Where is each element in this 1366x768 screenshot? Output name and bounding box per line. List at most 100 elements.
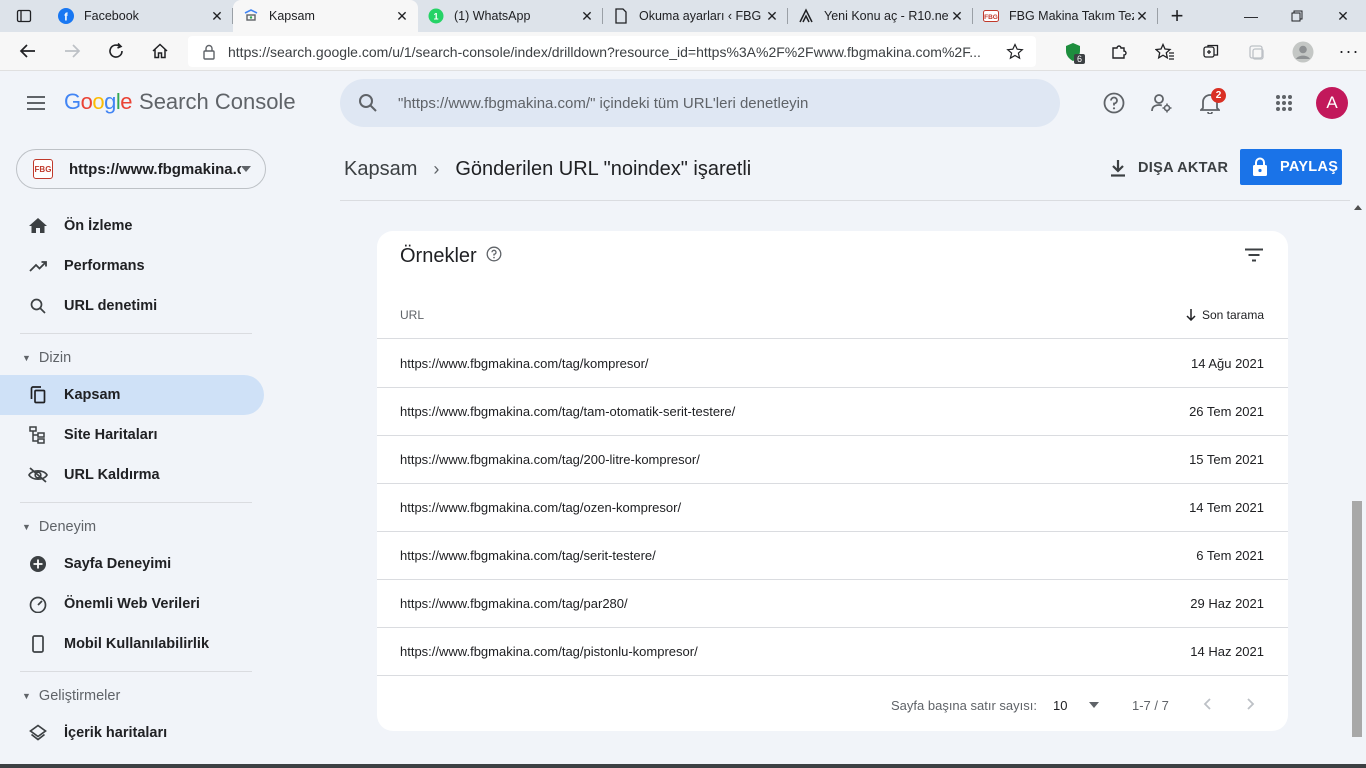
help-button[interactable] bbox=[1098, 87, 1130, 119]
page-scrollbar[interactable] bbox=[1350, 201, 1366, 768]
sidebar-section-index[interactable]: ▼ Dizin bbox=[0, 341, 270, 375]
rows-per-page-select[interactable]: 10 bbox=[1053, 698, 1100, 713]
chevron-left-icon bbox=[1203, 697, 1211, 710]
home-button[interactable] bbox=[138, 35, 182, 67]
forward-button[interactable] bbox=[50, 35, 94, 67]
close-icon[interactable]: ✕ bbox=[1134, 8, 1150, 24]
help-icon[interactable] bbox=[486, 245, 502, 268]
row-date: 6 Tem 2021 bbox=[1196, 548, 1264, 563]
add-favorite-icon[interactable] bbox=[1006, 42, 1024, 61]
close-icon[interactable]: ✕ bbox=[209, 8, 225, 24]
previous-page-button[interactable] bbox=[1203, 697, 1211, 713]
table-row[interactable]: https://www.fbgmakina.com/tag/par280/29 … bbox=[377, 580, 1288, 628]
apps-button[interactable] bbox=[1268, 87, 1300, 119]
scroll-up-arrow-icon[interactable] bbox=[1354, 205, 1362, 210]
sidebar-item-sitemaps[interactable]: Site Haritaları bbox=[0, 415, 270, 455]
table-row[interactable]: https://www.fbgmakina.com/tag/pistonlu-k… bbox=[377, 628, 1288, 676]
new-tab-button[interactable]: + bbox=[1158, 0, 1196, 32]
disabled-extension-button[interactable] bbox=[1234, 36, 1280, 68]
home-icon bbox=[152, 43, 168, 59]
refresh-button[interactable] bbox=[94, 35, 138, 67]
sort-arrow-down-icon bbox=[1186, 308, 1196, 321]
row-url: https://www.fbgmakina.com/tag/pistonlu-k… bbox=[400, 644, 698, 659]
table-row[interactable]: https://www.fbgmakina.com/tag/tam-otomat… bbox=[377, 388, 1288, 436]
extensions-button[interactable] bbox=[1096, 36, 1142, 68]
sidebar-item-coverage[interactable]: Kapsam bbox=[0, 375, 264, 415]
share-button[interactable]: PAYLAŞ bbox=[1240, 149, 1342, 185]
tab-whatsapp[interactable]: 1 (1) WhatsApp ✕ bbox=[418, 0, 603, 32]
profile-button[interactable] bbox=[1280, 36, 1326, 68]
sidebar-item-overview[interactable]: Ön İzleme bbox=[0, 206, 270, 246]
sidebar-item-performance[interactable]: Performans bbox=[0, 246, 270, 286]
breadcrumb-parent[interactable]: Kapsam bbox=[344, 158, 417, 181]
export-button[interactable]: DIŞA AKTAR bbox=[1110, 154, 1228, 182]
sidebar-item-core-web-vitals[interactable]: Önemli Web Verileri bbox=[0, 584, 270, 624]
tab-facebook[interactable]: f Facebook ✕ bbox=[48, 0, 233, 32]
table-row[interactable]: https://www.fbgmakina.com/tag/kompresor/… bbox=[377, 340, 1288, 388]
product-name: Search Console bbox=[139, 89, 296, 114]
close-icon[interactable]: ✕ bbox=[949, 8, 965, 24]
filter-button[interactable] bbox=[1242, 243, 1266, 267]
sidebar-divider bbox=[20, 671, 252, 672]
table-row[interactable]: https://www.fbgmakina.com/tag/ozen-kompr… bbox=[377, 484, 1288, 532]
settings-button[interactable] bbox=[1146, 87, 1178, 119]
url-inspection-search[interactable] bbox=[340, 79, 1060, 127]
close-icon[interactable]: ✕ bbox=[579, 8, 595, 24]
sidebar-section-experience[interactable]: ▼ Deneyim bbox=[0, 510, 270, 544]
search-console-icon bbox=[243, 8, 259, 24]
sidebar-item-mobile-usability[interactable]: Mobil Kullanılabilirlik bbox=[0, 624, 270, 664]
sidebar-item-label: Kapsam bbox=[64, 387, 121, 403]
notifications-button[interactable]: 2 bbox=[1194, 87, 1226, 119]
property-favicon: FBG bbox=[33, 159, 53, 179]
gauge-icon bbox=[28, 594, 48, 614]
collections-button[interactable] bbox=[1188, 36, 1234, 68]
url-inspection-input[interactable] bbox=[398, 94, 1038, 112]
close-icon[interactable]: ✕ bbox=[394, 8, 410, 24]
back-button[interactable] bbox=[6, 35, 50, 67]
next-page-button[interactable] bbox=[1247, 697, 1255, 713]
tab-title: (1) WhatsApp bbox=[454, 9, 531, 23]
close-icon[interactable]: ✕ bbox=[764, 8, 780, 24]
lock-icon bbox=[203, 44, 215, 60]
tab-kapsam[interactable]: Kapsam ✕ bbox=[233, 0, 418, 32]
sidebar-item-label: URL Kaldırma bbox=[64, 467, 160, 483]
table-row[interactable]: https://www.fbgmakina.com/tag/200-litre-… bbox=[377, 436, 1288, 484]
scrollbar-thumb[interactable] bbox=[1352, 501, 1362, 737]
minimize-button[interactable]: — bbox=[1228, 0, 1274, 32]
plus-icon: + bbox=[1170, 3, 1184, 28]
layers-icon bbox=[28, 723, 48, 743]
account-avatar[interactable]: A bbox=[1316, 87, 1348, 119]
search-icon bbox=[359, 94, 377, 112]
tab-actions-button[interactable] bbox=[0, 0, 48, 32]
shield-extension-button[interactable]: 6 bbox=[1050, 36, 1096, 68]
row-url: https://www.fbgmakina.com/tag/tam-otomat… bbox=[400, 404, 736, 419]
sidebar-item-breadcrumbs[interactable]: İçerik haritaları bbox=[0, 713, 270, 753]
copy-pages-icon bbox=[28, 385, 48, 405]
tab-fbg-makina[interactable]: FBG FBG Makina Takım Tezgahları ✕ bbox=[973, 0, 1158, 32]
restore-button[interactable] bbox=[1274, 0, 1320, 32]
column-header-url[interactable]: URL bbox=[400, 308, 1186, 322]
property-selector[interactable]: FBG https://www.fbgmakina.com/ bbox=[16, 149, 266, 189]
tab-okuma-ayarlari[interactable]: Okuma ayarları ‹ FBG Makina ✕ bbox=[603, 0, 788, 32]
examples-card: Örnekler URL Son tarama https://www.fbgm… bbox=[377, 231, 1288, 731]
address-bar[interactable]: https://search.google.com/u/1/search-con… bbox=[188, 36, 1036, 67]
row-url: https://www.fbgmakina.com/tag/200-litre-… bbox=[400, 452, 700, 467]
settings-more-button[interactable]: ··· bbox=[1326, 36, 1366, 68]
manage-accounts-icon bbox=[1151, 94, 1172, 113]
column-header-last-crawl[interactable]: Son tarama bbox=[1186, 308, 1264, 322]
row-url: https://www.fbgmakina.com/tag/kompresor/ bbox=[400, 356, 649, 371]
sidebar-item-page-experience[interactable]: Sayfa Deneyimi bbox=[0, 544, 270, 584]
close-window-button[interactable]: ✕ bbox=[1320, 0, 1366, 32]
sidebar-section-enhancements[interactable]: ▼ Geliştirmeler bbox=[0, 679, 270, 713]
table-row[interactable]: https://www.fbgmakina.com/tag/serit-test… bbox=[377, 532, 1288, 580]
sidebar-divider bbox=[20, 333, 252, 334]
sidebar-item-url-inspection[interactable]: URL denetimi bbox=[0, 286, 270, 326]
eye-off-icon bbox=[28, 465, 48, 485]
sidebar-item-label: İçerik haritaları bbox=[64, 725, 168, 741]
window-controls: — ✕ bbox=[1228, 0, 1366, 32]
tab-r10[interactable]: Yeni Konu aç - R10.net ✕ bbox=[788, 0, 973, 32]
favorites-button[interactable] bbox=[1142, 36, 1188, 68]
search-console-logo[interactable]: Google Search Console bbox=[64, 89, 296, 115]
main-menu-button[interactable] bbox=[20, 87, 52, 119]
sidebar-item-removals[interactable]: URL Kaldırma bbox=[0, 455, 270, 495]
